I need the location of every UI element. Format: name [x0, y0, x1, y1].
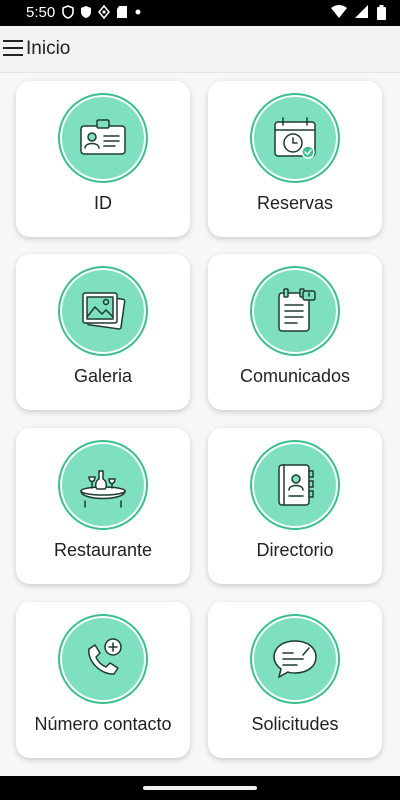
tile-label: Galeria: [73, 366, 133, 386]
page-title: Inicio: [26, 38, 71, 59]
tile-label: Número contacto: [34, 714, 172, 734]
tile-reservas[interactable]: Reservas: [208, 81, 382, 237]
tile-comunicados[interactable]: Comunicados: [208, 254, 382, 410]
tile-icon-circle: [254, 618, 336, 700]
tile-icon-circle: [62, 97, 144, 179]
tile-icon-circle: [62, 444, 144, 526]
tile-icon-circle: [62, 270, 144, 352]
battery-icon: [377, 5, 386, 20]
app-bar: Inicio: [0, 26, 400, 73]
tile-solicitudes[interactable]: Solicitudes: [208, 602, 382, 758]
notebook-icon: [278, 288, 316, 332]
gallery-icon: [82, 292, 126, 330]
notification-dot-icon: [135, 9, 141, 15]
wifi-icon: [331, 5, 347, 18]
menu-icon[interactable]: [3, 40, 23, 56]
tile-label: ID: [94, 193, 112, 213]
chat-bubble-icon: [273, 640, 317, 679]
tile-icon-circle: [254, 97, 336, 179]
phone-plus-icon: [88, 638, 122, 675]
id-badge-icon: [80, 119, 126, 155]
tile-label: Restaurante: [53, 540, 153, 560]
tile-directorio[interactable]: Directorio: [208, 428, 382, 584]
restaurant-table-icon: [80, 470, 126, 508]
tile-icon-circle: [254, 444, 336, 526]
tile-label: Directorio: [256, 540, 334, 560]
tile-label: Comunicados: [239, 366, 351, 386]
tile-label: Reservas: [256, 193, 334, 213]
navigation-icon: [98, 5, 110, 19]
calendar-clock-icon: [274, 117, 316, 159]
status-left-icons: [62, 5, 142, 19]
system-nav-bar: [0, 776, 400, 800]
tile-galeria[interactable]: Galeria: [16, 254, 190, 410]
tile-icon-circle: [254, 270, 336, 352]
sd-card-icon: [117, 6, 127, 18]
status-bar: 5:50: [0, 0, 400, 26]
status-time: 5:50: [26, 4, 56, 21]
home-gesture-handle[interactable]: [143, 786, 257, 790]
tile-restaurante[interactable]: Restaurante: [16, 428, 190, 584]
tile-numero-contacto[interactable]: Número contacto: [16, 602, 190, 758]
status-right-icons: [331, 5, 386, 20]
tile-id[interactable]: ID: [16, 81, 190, 237]
shield-icon: [62, 5, 74, 19]
privacy-shield-icon: [81, 6, 91, 18]
tile-icon-circle: [62, 618, 144, 700]
signal-icon: [355, 5, 368, 18]
tile-label: Solicitudes: [251, 714, 339, 734]
address-book-icon: [278, 464, 314, 506]
